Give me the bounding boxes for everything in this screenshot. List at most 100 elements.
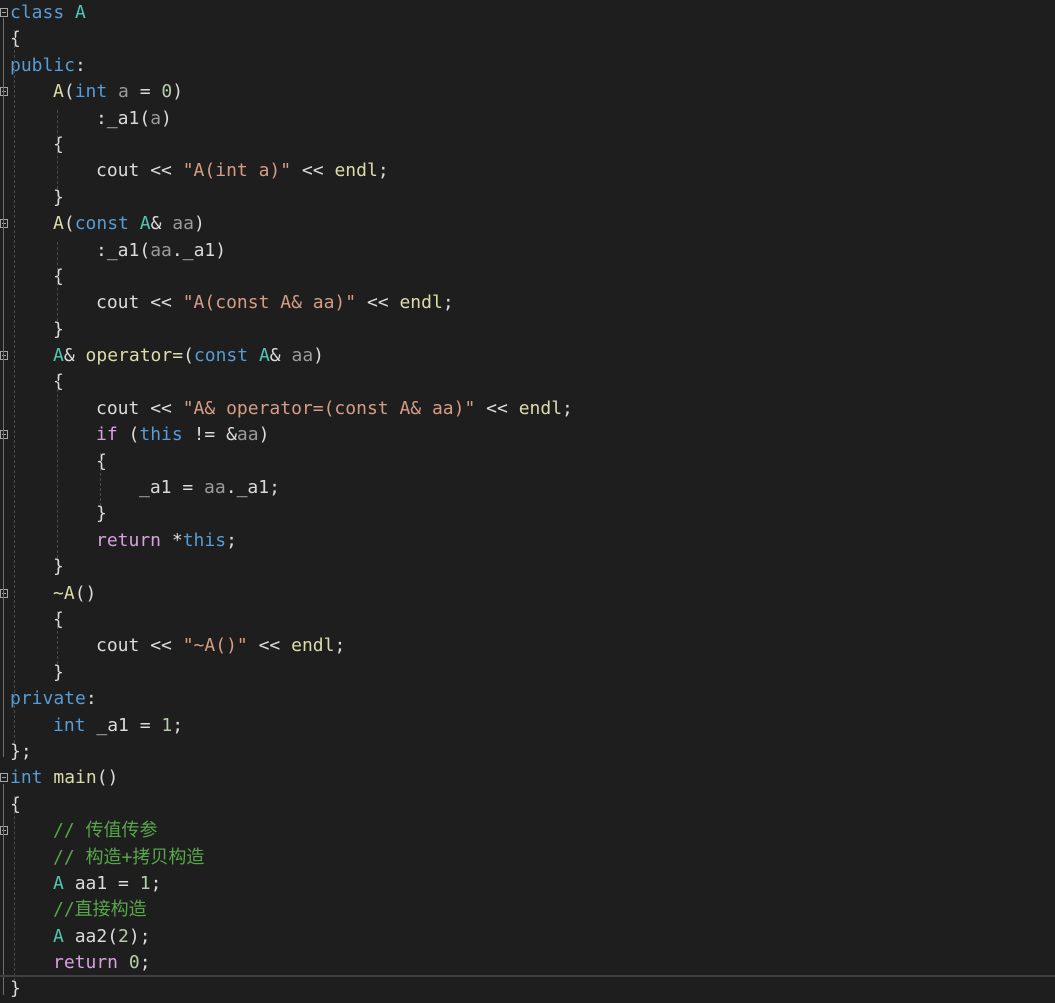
code-line[interactable]: cout << "~A()" << endl; [0, 633, 1055, 659]
code-token: aa [236, 424, 259, 446]
code-token: ; [150, 872, 162, 894]
code-token: public [10, 54, 76, 76]
code-line[interactable]: public: [0, 53, 1055, 79]
horizontal-scrollbar[interactable] [0, 975, 1055, 977]
code-line[interactable]: class A [0, 0, 1055, 26]
code-token: 2 [118, 925, 129, 947]
code-line[interactable]: cout << "A(const A& aa)" << endl; [0, 290, 1055, 316]
code-line[interactable]: :_a1(aa._a1) [0, 238, 1055, 264]
code-line[interactable]: // 构造+拷贝构造 [0, 845, 1055, 871]
code-token: & [269, 345, 292, 367]
code-text: { [10, 607, 64, 633]
code-token: endl [518, 397, 563, 419]
code-line[interactable]: A aa1 = 1; [0, 871, 1055, 897]
code-text: { [10, 264, 64, 290]
code-text: cout << "A(int a)" << endl; [10, 158, 389, 184]
code-line[interactable]: { [0, 26, 1055, 52]
code-line[interactable]: return 0; [0, 950, 1055, 976]
code-text: _a1 = aa._a1; [10, 475, 280, 501]
collapse-toggle-icon[interactable] [0, 588, 8, 598]
indent-guide [57, 241, 58, 321]
code-token: ; [269, 477, 280, 499]
code-token: : [85, 688, 97, 710]
collapse-toggle-icon[interactable] [0, 87, 8, 97]
code-token: this [139, 424, 183, 446]
code-line[interactable]: private: [0, 686, 1055, 712]
code-token: & [150, 213, 173, 235]
code-token: A [53, 925, 64, 947]
code-line[interactable]: { [0, 369, 1055, 395]
code-text: A(int a = 0) [10, 79, 183, 105]
code-token: A [53, 81, 64, 103]
indent-guide [57, 109, 58, 189]
code-token: ; [442, 292, 454, 314]
code-line[interactable]: :_a1(a) [0, 106, 1055, 132]
code-text: { [10, 449, 107, 475]
code-line[interactable]: // 传值传参 [0, 818, 1055, 844]
code-token: ) [172, 81, 184, 103]
code-text: return 0; [10, 950, 151, 976]
code-line[interactable]: return *this; [0, 528, 1055, 554]
code-token: : [96, 239, 107, 261]
collapse-toggle-icon[interactable] [0, 826, 8, 836]
code-token: aa [172, 213, 194, 235]
code-token: { [53, 133, 64, 155]
code-text: { [10, 26, 21, 52]
code-line[interactable]: int _a1 = 1; [0, 713, 1055, 739]
collapse-toggle-icon[interactable] [0, 351, 8, 361]
code-line[interactable]: } [0, 554, 1055, 580]
code-line[interactable]: A(const A& aa) [0, 211, 1055, 237]
code-text: } [10, 976, 21, 1002]
code-line[interactable]: { [0, 449, 1055, 475]
code-line[interactable]: } [0, 185, 1055, 211]
code-token: : [75, 54, 86, 76]
code-editor[interactable]: class A{public: A(int a = 0):_a1(a){cout … [0, 0, 1055, 1001]
code-line[interactable]: { [0, 264, 1055, 290]
code-token: "A(int a)" [182, 160, 292, 182]
code-text: cout << "~A()" << endl; [10, 633, 345, 659]
code-line[interactable]: }; [0, 739, 1055, 765]
code-token: << [356, 292, 400, 314]
code-line[interactable]: A& operator=(const A& aa) [0, 343, 1055, 369]
code-line[interactable]: { [0, 132, 1055, 158]
code-token: * [161, 529, 183, 551]
collapse-toggle-icon[interactable] [0, 8, 8, 17]
code-token: A [53, 345, 64, 367]
code-token: { [53, 371, 64, 393]
outline-bar [3, 97, 4, 203]
code-token: { [10, 28, 21, 50]
code-line[interactable]: } [0, 317, 1055, 343]
code-line[interactable]: cout << "A(int a)" << endl; [0, 158, 1055, 184]
collapse-toggle-icon[interactable] [0, 773, 8, 783]
code-line[interactable]: if (this != &aa) [0, 422, 1055, 448]
code-token: endl [291, 635, 335, 657]
code-line[interactable]: { [0, 607, 1055, 633]
code-token: ; [139, 952, 151, 974]
code-token: << [139, 160, 183, 182]
code-line[interactable]: A(int a = 0) [0, 79, 1055, 105]
collapse-toggle-icon[interactable] [0, 430, 8, 440]
code-area[interactable]: class A{public: A(int a = 0):_a1(a){cout … [0, 0, 1055, 1003]
code-line[interactable]: int main() [0, 765, 1055, 791]
code-line[interactable]: } [0, 501, 1055, 527]
code-token: cout [96, 635, 140, 657]
code-line[interactable]: _a1 = aa._a1; [0, 475, 1055, 501]
collapse-toggle-icon[interactable] [0, 219, 8, 229]
code-line[interactable]: { [0, 792, 1055, 818]
code-line[interactable]: A aa2(2); [0, 924, 1055, 950]
code-token: a [118, 81, 129, 103]
code-token: aa [204, 477, 226, 499]
code-line[interactable]: //直接构造 [0, 897, 1055, 923]
code-text: //直接构造 [10, 897, 147, 923]
code-line[interactable]: cout << "A& operator=(const A& aa)" << e… [0, 396, 1055, 422]
code-line[interactable]: ~A() [0, 581, 1055, 607]
code-token: // 构造+拷贝构造 [53, 846, 205, 868]
code-line[interactable]: } [0, 976, 1055, 1002]
code-text: } [10, 660, 64, 686]
code-line[interactable]: } [0, 660, 1055, 686]
code-token: int [74, 81, 108, 103]
code-token: return [53, 952, 119, 974]
